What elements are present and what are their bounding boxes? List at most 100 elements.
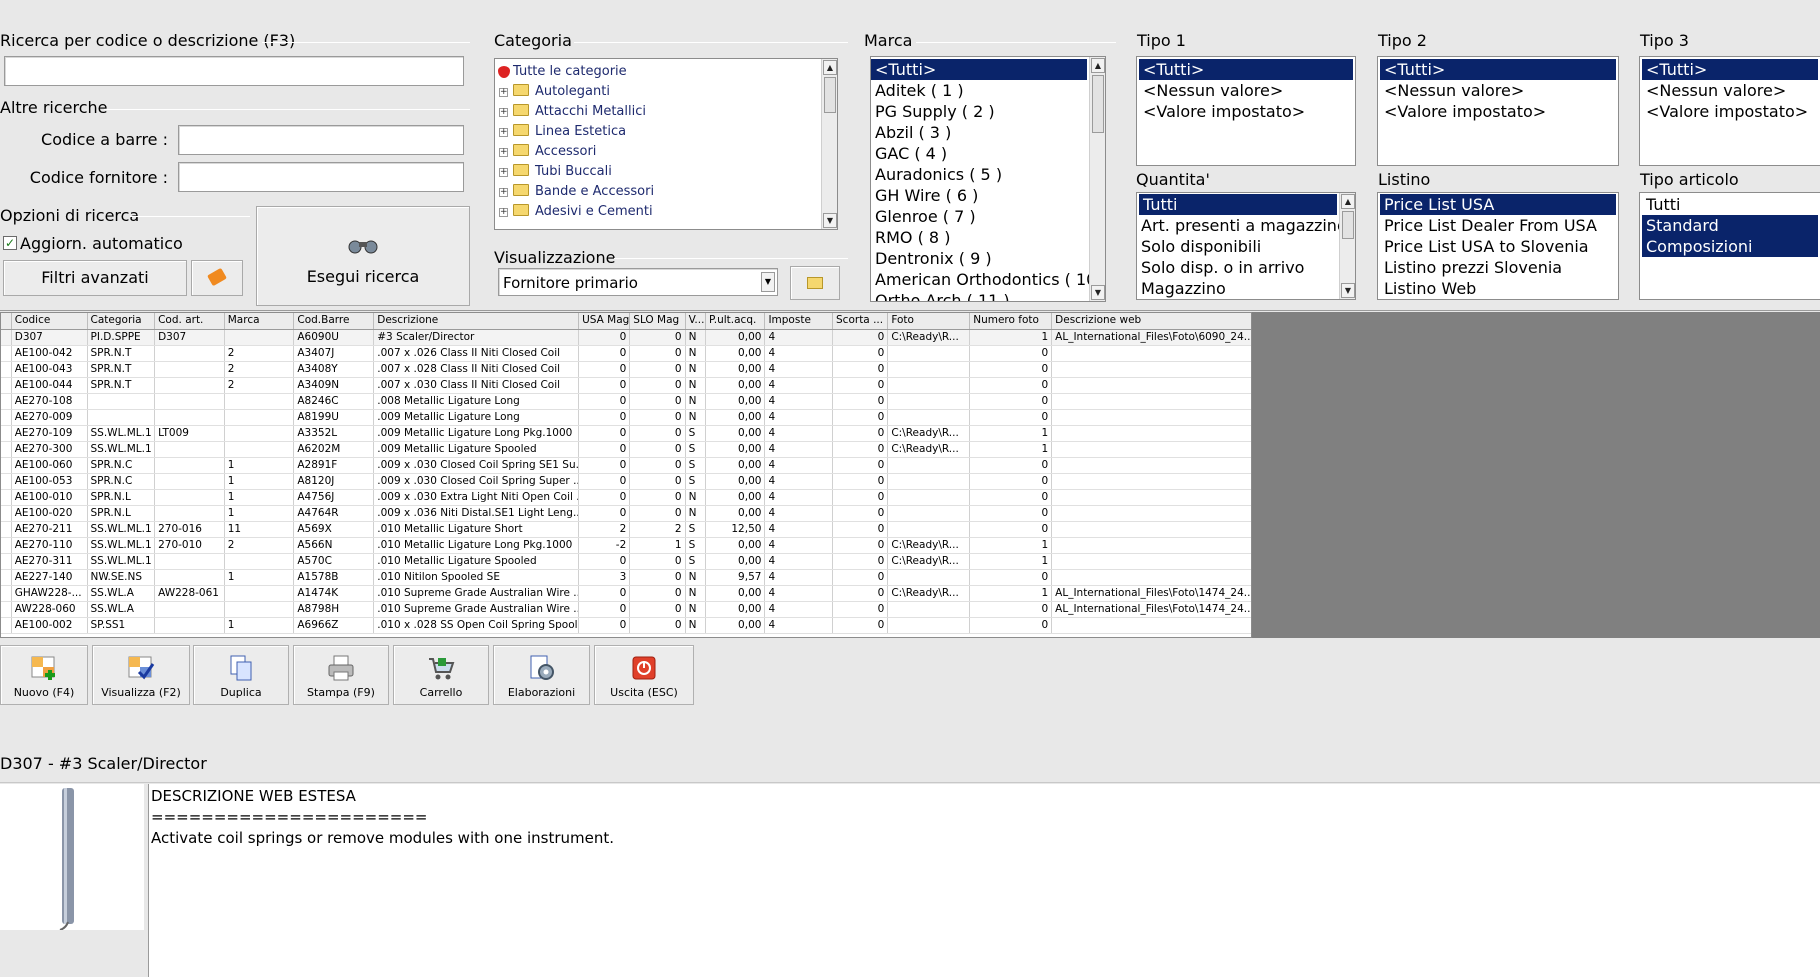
- list-item[interactable]: <Tutti>: [1139, 59, 1353, 80]
- row-indicator[interactable]: [1, 553, 12, 570]
- tree-item[interactable]: + Tubi Buccali: [495, 162, 837, 182]
- table-row[interactable]: AE270-110 SS.WL.ML.1 270-010 2 A566N .010 Met…: [1, 537, 1251, 554]
- tree-item[interactable]: + Adesivi e Cementi: [495, 202, 837, 222]
- row-indicator[interactable]: [1, 329, 12, 346]
- list-item[interactable]: Solo disp. o in arrivo: [1137, 257, 1355, 278]
- list-item[interactable]: Abzil ( 3 ): [871, 122, 1105, 143]
- row-indicator[interactable]: [1, 361, 12, 378]
- list-item[interactable]: <Nessun valore>: [1380, 80, 1616, 101]
- list-item[interactable]: Composizioni: [1642, 236, 1818, 257]
- row-indicator[interactable]: [1, 345, 12, 362]
- tree-item[interactable]: + Attacchi Metallici: [495, 102, 837, 122]
- advanced-filters-button[interactable]: Filtri avanzati: [3, 260, 187, 296]
- column-header[interactable]: V...: [685, 313, 707, 330]
- row-indicator[interactable]: [1, 489, 12, 506]
- chevron-down-icon[interactable]: ▼: [761, 272, 775, 292]
- table-row[interactable]: AE100-060 SPR.N.C 1 A2891F .009 x .030 Close…: [1, 457, 1251, 474]
- uscita-button[interactable]: Uscita (ESC): [594, 645, 694, 705]
- list-item[interactable]: Solo disponibili: [1137, 236, 1355, 257]
- list-item[interactable]: Listino Web: [1380, 278, 1616, 299]
- list-item[interactable]: <Tutti>: [1642, 59, 1818, 80]
- column-header[interactable]: Numero foto: [969, 313, 1053, 330]
- column-header[interactable]: Descrizione web: [1051, 313, 1251, 330]
- list-item[interactable]: Glenroe ( 7 ): [871, 206, 1105, 227]
- table-row[interactable]: AE270-109 SS.WL.ML.1 LT009 A3352L .009 Metal…: [1, 425, 1251, 442]
- table-row[interactable]: AE270-300 SS.WL.ML.1 A6202M .009 Metallic L…: [1, 441, 1251, 458]
- quantity-list[interactable]: Tutti Art. presenti a magazzino Solo dis…: [1136, 192, 1356, 300]
- tree-item-all[interactable]: Tutte le categorie: [495, 62, 837, 82]
- list-item[interactable]: <Valore impostato>: [1642, 101, 1818, 122]
- visualizza-button[interactable]: Visualizza (F2): [92, 645, 190, 705]
- table-row[interactable]: AE270-108 A8246C .008 Metallic Ligature Lo…: [1, 393, 1251, 410]
- column-header[interactable]: USA Mag: [578, 313, 631, 330]
- category-tree[interactable]: Tutte le categorie + Autoleganti + Attacch…: [494, 58, 838, 230]
- category-scrollbar[interactable]: ▲ ▼: [821, 59, 837, 229]
- list-item[interactable]: Dentronix ( 9 ): [871, 248, 1105, 269]
- list-item[interactable]: <Tutti>: [1380, 59, 1616, 80]
- column-header[interactable]: Imposte: [764, 313, 834, 330]
- list-item[interactable]: Listino prezzi Slovenia: [1380, 257, 1616, 278]
- column-header[interactable]: Cod. art.: [154, 313, 225, 330]
- row-indicator[interactable]: [1, 617, 12, 634]
- row-indicator[interactable]: [1, 521, 12, 538]
- table-row[interactable]: AE100-020 SPR.N.L 1 A4764R .009 x .036 Niti …: [1, 505, 1251, 522]
- list-item[interactable]: GH Wire ( 6 ): [871, 185, 1105, 206]
- carrello-button[interactable]: Carrello: [393, 645, 489, 705]
- folder-open-button[interactable]: [790, 266, 840, 300]
- brand-list[interactable]: <Tutti> Aditek ( 1 ) PG Supply ( 2 ) Abz…: [870, 56, 1106, 302]
- list-item[interactable]: <Nessun valore>: [1642, 80, 1818, 101]
- row-indicator[interactable]: [1, 569, 12, 586]
- row-indicator[interactable]: [1, 425, 12, 442]
- column-header[interactable]: Foto: [887, 313, 971, 330]
- tipo2-list[interactable]: <Tutti> <Nessun valore> <Valore impostat…: [1377, 56, 1619, 166]
- list-item[interactable]: <Nessun valore>: [1139, 80, 1353, 101]
- tipo1-list[interactable]: <Tutti> <Nessun valore> <Valore impostat…: [1136, 56, 1356, 166]
- row-indicator[interactable]: [1, 601, 12, 618]
- brand-scrollbar[interactable]: ▲ ▼: [1089, 57, 1105, 301]
- clear-filters-button[interactable]: [191, 260, 243, 296]
- search-input[interactable]: [4, 56, 464, 86]
- list-item[interactable]: Ortho Arch ( 11 ): [871, 290, 1105, 301]
- row-indicator[interactable]: [1, 409, 12, 426]
- row-indicator[interactable]: [1, 441, 12, 458]
- column-header[interactable]: Cod.Barre: [293, 313, 375, 330]
- table-row[interactable]: AE270-211 SS.WL.ML.1 270-016 11 A569X .010 Me…: [1, 521, 1251, 538]
- table-row[interactable]: AW228-060 SS.WL.A A8798H .010 Supreme Grade…: [1, 601, 1251, 618]
- list-item[interactable]: Standard: [1642, 215, 1818, 236]
- column-header[interactable]: Marca: [224, 313, 295, 330]
- list-item[interactable]: Art. presenti a magazzino: [1137, 215, 1355, 236]
- tree-item[interactable]: + Bande e Accessori: [495, 182, 837, 202]
- quantity-scrollbar[interactable]: ▲ ▼: [1339, 193, 1355, 299]
- table-row[interactable]: AE270-311 SS.WL.ML.1 A570C .010 Metallic Li…: [1, 553, 1251, 570]
- execute-search-button[interactable]: Esegui ricerca: [256, 206, 470, 306]
- list-item[interactable]: <Tutti>: [871, 59, 1087, 80]
- auto-update-checkbox[interactable]: ✓: [3, 236, 17, 250]
- nuovo-button[interactable]: Nuovo (F4): [0, 645, 88, 705]
- list-item[interactable]: PG Supply ( 2 ): [871, 101, 1105, 122]
- table-row[interactable]: GHAW228-... SS.WL.A AW228-061 A1474K .010 Su…: [1, 585, 1251, 602]
- table-row[interactable]: AE100-044 SPR.N.T 2 A3409N .007 x .030 Class…: [1, 377, 1251, 394]
- table-row[interactable]: AE100-042 SPR.N.T 2 A3407J .007 x .026 Class…: [1, 345, 1251, 362]
- tree-item[interactable]: + Linea Estetica: [495, 122, 837, 142]
- row-indicator[interactable]: [1, 537, 12, 554]
- list-item[interactable]: RMO ( 8 ): [871, 227, 1105, 248]
- tipo3-list[interactable]: <Tutti> <Nessun valore> <Valore impostat…: [1639, 56, 1820, 166]
- column-header[interactable]: Categoria: [87, 313, 156, 330]
- row-indicator[interactable]: [1, 505, 12, 522]
- stampa-button[interactable]: Stampa (F9): [293, 645, 389, 705]
- list-item[interactable]: Price List USA to Slovenia: [1380, 236, 1616, 257]
- list-item[interactable]: Tutti: [1642, 194, 1818, 215]
- visualizzazione-select[interactable]: Fornitore primario ▼: [498, 268, 778, 296]
- barcode-input[interactable]: [178, 125, 464, 155]
- list-item[interactable]: Auradonics ( 5 ): [871, 164, 1105, 185]
- table-row[interactable]: AE270-009 A8199U .009 Metallic Ligature Lo…: [1, 409, 1251, 426]
- row-indicator[interactable]: [1, 457, 12, 474]
- article-type-list[interactable]: Tutti Standard Composizioni: [1639, 192, 1820, 300]
- column-header[interactable]: SLO Mag: [629, 313, 686, 330]
- list-item[interactable]: Aditek ( 1 ): [871, 80, 1105, 101]
- tree-item[interactable]: + Accessori: [495, 142, 837, 162]
- column-header[interactable]: P.ult.acq.: [705, 313, 766, 330]
- column-header[interactable]: Codice: [11, 313, 88, 330]
- list-item[interactable]: GAC ( 4 ): [871, 143, 1105, 164]
- list-item[interactable]: American Orthodontics ( 10 ): [871, 269, 1105, 290]
